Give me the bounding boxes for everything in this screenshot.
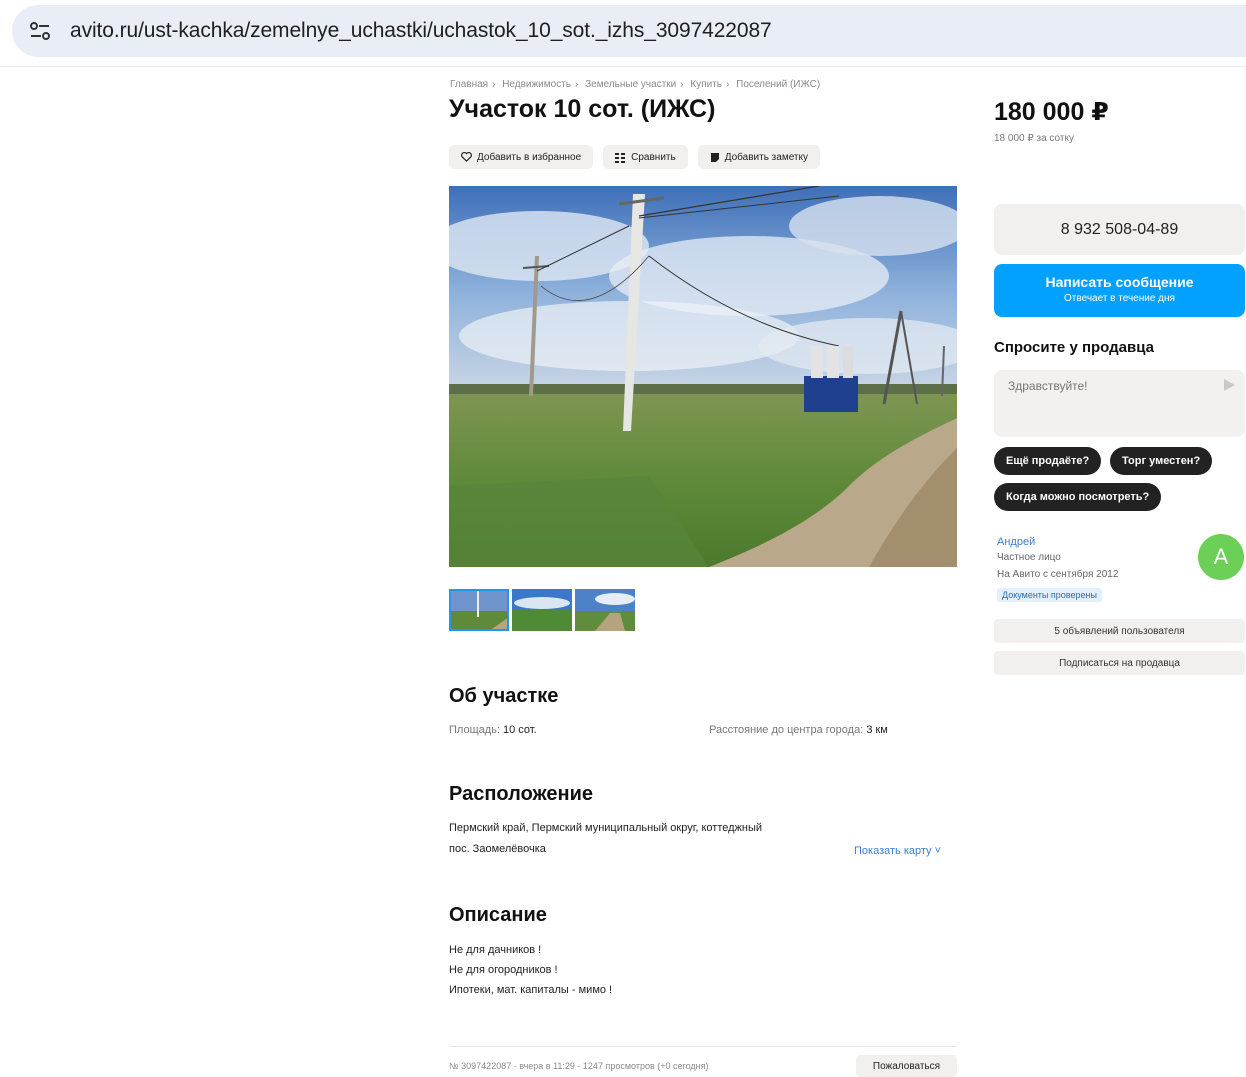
distance-param: Расстояние до центра города: 3 км — [709, 724, 888, 736]
complain-button[interactable]: Пожаловаться — [856, 1055, 957, 1077]
add-to-favorites-label: Добавить в избранное — [477, 151, 582, 163]
area-value: 10 сот. — [503, 724, 537, 736]
location-address: Пермский край, Пермский муниципальный ок… — [449, 818, 762, 860]
address-line: пос. Заомелёвочка — [449, 843, 546, 855]
listing-actions: Добавить в избранное Сравнить Добавить з… — [449, 145, 820, 169]
description-heading: Описание — [449, 904, 547, 926]
breadcrumb-item[interactable]: Купить — [690, 79, 722, 90]
ask-seller-heading: Спросите у продавца — [994, 339, 1154, 356]
quick-question-chip[interactable]: Когда можно посмотреть? — [994, 483, 1162, 511]
area-param: Площадь: 10 сот. — [449, 724, 537, 736]
show-phone-button[interactable]: 8 932 508-04-89 — [994, 204, 1245, 255]
user-ads-button[interactable]: 5 объявлений пользователя — [994, 619, 1245, 643]
subscribe-seller-button[interactable]: Подписаться на продавца — [994, 651, 1245, 675]
show-map-link[interactable]: Показать карту ˅ — [854, 845, 941, 857]
location-heading: Расположение — [449, 783, 594, 805]
documents-verified-badge: Документы проверены — [997, 588, 1102, 602]
description-text: Не для дачников ! Не для огородников ! И… — [449, 940, 612, 1000]
price-per-unit: 18 000 ₽ за сотку — [994, 133, 1074, 144]
distance-label: Расстояние до центра города: — [709, 724, 864, 736]
add-note-button[interactable]: Добавить заметку — [697, 145, 820, 169]
note-icon — [710, 152, 719, 162]
add-to-favorites-button[interactable]: Добавить в избранное — [449, 145, 594, 169]
breadcrumb: Главная › Недвижимость › Земельные участки… — [450, 79, 821, 90]
page-title: Участок 10 сот. (ИЖС) — [449, 95, 716, 123]
breadcrumb-item[interactable]: Главная — [450, 79, 488, 90]
description-line: Не для огородников ! — [449, 964, 558, 976]
thumbnail-1[interactable] — [449, 589, 509, 631]
breadcrumb-item[interactable]: Земельные участки — [585, 79, 676, 90]
thumbnail-2[interactable] — [512, 589, 572, 631]
quick-question-chip[interactable]: Ещё продаёте? — [994, 447, 1102, 475]
quick-question-chip[interactable]: Торг уместен? — [1110, 447, 1213, 475]
address-line: Пермский край, Пермский муниципальный ок… — [449, 822, 763, 834]
url-text[interactable]: avito.ru/ust-kachka/zemelnye_uchastki/uc… — [70, 19, 772, 43]
avatar[interactable]: А — [1198, 534, 1244, 580]
write-message-label: Написать сообщение — [1045, 274, 1194, 290]
seller-since: На Авито с сентября 2012 — [997, 569, 1119, 580]
footer-divider — [449, 1046, 957, 1047]
price: 180 000 ₽ — [994, 98, 1109, 126]
seller-type: Частное лицо — [997, 552, 1061, 563]
send-icon[interactable] — [1224, 379, 1235, 391]
browser-address-bar[interactable]: avito.ru/ust-kachka/zemelnye_uchastki/uc… — [12, 5, 1246, 57]
site-settings-icon[interactable] — [28, 19, 52, 43]
compare-label: Сравнить — [631, 151, 676, 163]
distance-value: 3 км — [866, 724, 888, 736]
area-label: Площадь: — [449, 724, 500, 736]
compare-button[interactable]: Сравнить — [603, 145, 688, 169]
description-line: Ипотеки, мат. капиталы - мимо ! — [449, 984, 613, 996]
listing-meta: № 3097422087 · вчера в 11:29 · 1247 прос… — [449, 1061, 709, 1071]
seller-name-link[interactable]: Андрей — [997, 536, 1035, 548]
breadcrumb-item[interactable]: Недвижимость — [502, 79, 571, 90]
thumbnail-strip — [449, 589, 635, 631]
ask-seller-input[interactable] — [1006, 378, 1210, 394]
heart-icon — [461, 152, 472, 162]
description-line: Не для дачников ! — [449, 944, 542, 956]
main-photo[interactable] — [449, 186, 957, 567]
breadcrumb-item[interactable]: Поселений (ИЖС) — [736, 79, 820, 90]
ask-seller-box — [994, 370, 1245, 437]
write-message-button[interactable]: Написать сообщение Отвечает в течение дн… — [994, 264, 1245, 317]
about-heading: Об участке — [449, 685, 559, 707]
thumbnail-3[interactable] — [575, 589, 635, 631]
compare-icon — [615, 152, 626, 163]
toolbar-divider — [0, 66, 1246, 67]
response-time-label: Отвечает в течение дня — [1064, 293, 1175, 304]
add-note-label: Добавить заметку — [724, 151, 808, 163]
